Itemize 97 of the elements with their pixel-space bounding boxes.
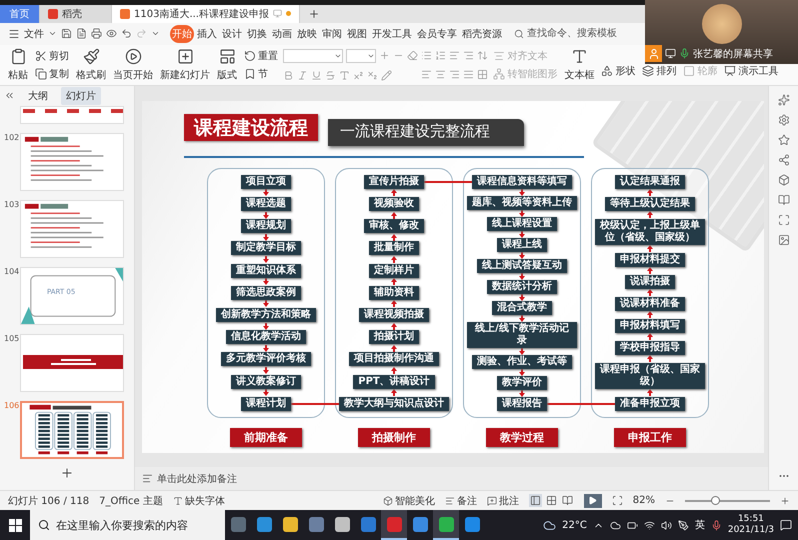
flow-step: 课程申报（省级、国家级） bbox=[595, 362, 705, 389]
ribbon-button[interactable]: 演示工具 bbox=[722, 62, 780, 79]
ribbon-button[interactable]: 版式 bbox=[215, 46, 239, 83]
flow-step: 校级认定，上报上级单位（省级、国家级） bbox=[595, 218, 705, 245]
ribbon-tab[interactable]: 插入 bbox=[195, 24, 219, 43]
flow-step: PPT、讲稿设计 bbox=[353, 374, 435, 389]
flow-step: 申报材料填写 bbox=[615, 318, 685, 333]
ribbon-tab[interactable]: 动画 bbox=[270, 24, 294, 43]
flow-step: 筛选思政案例 bbox=[231, 286, 301, 300]
flow-step: 创新教学方法和策略 bbox=[216, 308, 316, 322]
flow-step: 课程规划 bbox=[241, 219, 291, 234]
weather-text: 22°C bbox=[562, 520, 587, 530]
ribbon-button[interactable]: 形状 bbox=[599, 62, 638, 79]
ribbon-button[interactable]: 节 bbox=[242, 66, 280, 82]
slide-number: 105 bbox=[3, 334, 20, 343]
flow-step: 学校申报指导 bbox=[615, 340, 685, 355]
notes-button[interactable]: 备注 bbox=[444, 494, 477, 508]
flow-step: 审核、修改 bbox=[364, 219, 424, 234]
slide-count: 幻灯片 106 / 118 bbox=[8, 494, 90, 508]
slide-title: 课程建设流程 bbox=[184, 114, 318, 141]
flow-step: 信息化教学活动 bbox=[226, 330, 306, 344]
flow-step: 教学评价 bbox=[497, 376, 547, 390]
flow-step: 课程视频拍摄 bbox=[359, 308, 429, 322]
ribbon-tab[interactable]: 开发工具 bbox=[370, 24, 414, 43]
flow-step: 等待上级认定结果 bbox=[605, 196, 695, 211]
ribbon-button[interactable]: 新建幻灯片 bbox=[158, 46, 212, 83]
stage-label: 拍摄制作 bbox=[358, 428, 430, 447]
flow-step: 线上课程设置 bbox=[487, 216, 557, 231]
flow-step: 测验、作业、考试等 bbox=[472, 354, 572, 369]
ribbon-button[interactable]: 重置 bbox=[242, 48, 280, 64]
flow-step: 定制样片 bbox=[369, 264, 419, 278]
flow-step: 申报材料提交 bbox=[615, 252, 685, 267]
clock[interactable]: 15:51 2021/11/3 bbox=[728, 514, 774, 536]
share-label: 张艺馨的屏幕共享 bbox=[693, 48, 773, 60]
flow-step: 课程信息资料等填写 bbox=[472, 174, 572, 189]
comments-button[interactable]: 批注 bbox=[486, 494, 519, 508]
flow-step: 项目立项 bbox=[241, 174, 291, 189]
ribbon-tab[interactable]: 会员专享 bbox=[415, 24, 459, 43]
ribbon-tab[interactable]: 视图 bbox=[345, 24, 369, 43]
ribbon-button[interactable]: 剪切 bbox=[33, 48, 71, 64]
panel-tab[interactable]: 大纲 bbox=[23, 86, 53, 105]
ribbon-button[interactable]: 粘贴 bbox=[6, 46, 30, 83]
stage-label: 申报工作 bbox=[614, 428, 686, 447]
flow-step: 重塑知识体系 bbox=[231, 264, 301, 278]
file-menu[interactable]: 文件 bbox=[24, 26, 44, 41]
slide-number: 103 bbox=[3, 200, 20, 209]
flow-step: 线上测试答疑互动 bbox=[477, 258, 567, 273]
flow-step: 辅助资料 bbox=[369, 286, 419, 300]
flow-step: 准备申报立项 bbox=[615, 396, 685, 411]
flow-step: 宣传片拍摄 bbox=[364, 174, 424, 189]
slide-subtitle: 一流课程建设完整流程 bbox=[328, 118, 524, 146]
flow-step: 课程计划 bbox=[241, 396, 291, 411]
flow-step: 视频验收 bbox=[369, 197, 419, 212]
flow-step: 课程报告 bbox=[497, 396, 547, 411]
flow-step: 数据统计分析 bbox=[487, 280, 557, 294]
flow-step: 课程上线 bbox=[497, 238, 547, 252]
beautify-button[interactable]: 智能美化 bbox=[382, 494, 435, 508]
flow-step: 说课拍摄 bbox=[625, 274, 675, 289]
document-tab[interactable]: 首页 bbox=[0, 4, 40, 23]
slide-number: 106 bbox=[3, 400, 20, 410]
ribbon-button[interactable]: 文本框 bbox=[562, 46, 596, 83]
stage-label: 教学过程 bbox=[486, 428, 558, 447]
flow-step: 题库、视频等资料上传 bbox=[467, 196, 577, 210]
ribbon-button[interactable]: 排列 bbox=[640, 62, 678, 79]
ribbon-button[interactable]: 格式刷 bbox=[74, 46, 108, 83]
ribbon-tab[interactable]: 审阅 bbox=[320, 24, 344, 43]
slide-number: 102 bbox=[3, 132, 20, 142]
stage-label: 前期准备 bbox=[230, 428, 302, 447]
panel-tab[interactable]: 幻灯片 bbox=[61, 86, 101, 105]
missing-fonts-button[interactable]: 缺失字体 bbox=[172, 494, 225, 508]
document-tab[interactable]: 1103南通大...科课程建设申报 bbox=[112, 4, 300, 23]
language-indicator[interactable]: 英 bbox=[694, 518, 705, 532]
theme-name: 7_Office 主题 bbox=[99, 494, 163, 508]
flow-step: 线上/线下教学活动记录 bbox=[467, 322, 577, 348]
flow-step: 说课材料准备 bbox=[615, 296, 685, 311]
flow-step: 项目拍摄制作沟通 bbox=[349, 352, 439, 366]
flow-step: 拍摄计划 bbox=[369, 330, 419, 344]
search-field[interactable]: 查找命令、搜索模板 bbox=[512, 26, 637, 42]
document-tab[interactable]: 稻壳 bbox=[40, 4, 112, 23]
taskbar-search-field[interactable]: 在这里输入你要搜索的内容 bbox=[30, 510, 225, 540]
ribbon-tab[interactable]: 切换 bbox=[245, 24, 269, 43]
notes-placeholder[interactable]: 单击此处添加备注 bbox=[157, 472, 237, 486]
zoom-level: 82% bbox=[632, 495, 655, 506]
ribbon-button[interactable]: 当页开始 bbox=[111, 46, 155, 83]
ribbon-tab[interactable]: 设计 bbox=[220, 24, 244, 43]
flow-step: 制定教学目标 bbox=[231, 241, 301, 256]
flow-step: 认定结果通报 bbox=[615, 174, 685, 189]
flow-step: 批量制作 bbox=[369, 241, 419, 256]
flow-step: 多元教学评价考核 bbox=[221, 352, 311, 366]
ribbon-tab[interactable]: 稻壳资源 bbox=[460, 24, 504, 43]
flow-step: 混合式教学 bbox=[492, 300, 552, 315]
flow-step: 教学大纲与知识点设计 bbox=[339, 396, 449, 411]
ribbon-button[interactable]: 复制 bbox=[33, 66, 71, 82]
slide-number: 104 bbox=[3, 266, 20, 276]
flow-step: 课程选题 bbox=[241, 197, 291, 212]
flow-step: 讲义教案修订 bbox=[231, 374, 301, 389]
ribbon-tab[interactable]: 放映 bbox=[295, 24, 319, 43]
